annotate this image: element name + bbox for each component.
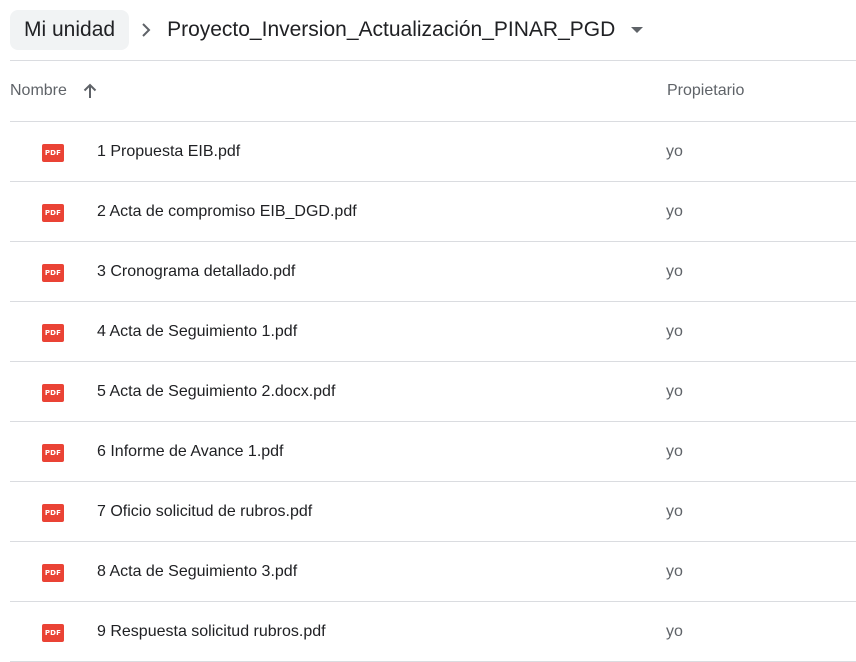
pdf-icon: PDF [42,324,64,342]
file-name[interactable]: 3 Cronograma detallado.pdf [97,242,295,301]
file-name[interactable]: 8 Acta de Seguimiento 3.pdf [97,542,297,601]
file-name[interactable]: 7 Oficio solicitud de rubros.pdf [97,482,312,541]
column-header-name[interactable]: Nombre [10,61,97,121]
file-owner: yo [666,202,683,220]
file-name[interactable]: 1 Propuesta EIB.pdf [97,122,240,181]
file-owner: yo [666,142,683,160]
file-row[interactable]: PDF 3 Cronograma detallado.pdf yo [10,242,856,302]
file-list: PDF 1 Propuesta EIB.pdf yo PDF 2 Acta de… [10,122,856,662]
pdf-icon: PDF [42,564,64,582]
file-row[interactable]: PDF 9 Respuesta solicitud rubros.pdf yo [10,602,856,662]
pdf-icon: PDF [42,264,64,282]
pdf-icon: PDF [42,144,64,162]
file-name[interactable]: 6 Informe de Avance 1.pdf [97,422,284,481]
file-row[interactable]: PDF 7 Oficio solicitud de rubros.pdf yo [10,482,856,542]
file-list-header: Nombre Propietario [10,61,856,122]
file-name[interactable]: 4 Acta de Seguimiento 1.pdf [97,302,297,361]
column-header-owner[interactable]: Propietario [667,61,744,121]
file-row[interactable]: PDF 6 Informe de Avance 1.pdf yo [10,422,856,482]
arrow-up-icon[interactable] [83,83,97,99]
file-row[interactable]: PDF 8 Acta de Seguimiento 3.pdf yo [10,542,856,602]
file-owner: yo [666,442,683,460]
breadcrumb-root-my-drive[interactable]: Mi unidad [10,10,130,50]
breadcrumb-current-label: Proyecto_Inversion_Actualización_PINAR_P… [167,18,616,41]
file-owner: yo [666,502,683,520]
file-owner: yo [666,382,683,400]
file-owner: yo [666,322,683,340]
file-name[interactable]: 2 Acta de compromiso EIB_DGD.pdf [97,182,357,241]
file-name[interactable]: 5 Acta de Seguimiento 2.docx.pdf [97,362,335,421]
file-name[interactable]: 9 Respuesta solicitud rubros.pdf [97,602,326,661]
pdf-icon: PDF [42,444,64,462]
breadcrumb: Mi unidad Proyecto_Inversion_Actualizaci… [10,10,644,50]
file-row[interactable]: PDF 1 Propuesta EIB.pdf yo [10,122,856,182]
pdf-icon: PDF [42,384,64,402]
pdf-icon: PDF [42,624,64,642]
file-owner: yo [666,262,683,280]
pdf-icon: PDF [42,204,64,222]
chevron-right-icon [129,10,163,50]
caret-down-icon[interactable] [631,26,644,34]
column-header-name-label: Nombre [10,82,67,99]
file-row[interactable]: PDF 4 Acta de Seguimiento 1.pdf yo [10,302,856,362]
file-owner: yo [666,622,683,640]
file-row[interactable]: PDF 2 Acta de compromiso EIB_DGD.pdf yo [10,182,856,242]
file-row[interactable]: PDF 5 Acta de Seguimiento 2.docx.pdf yo [10,362,856,422]
file-owner: yo [666,562,683,580]
pdf-icon: PDF [42,504,64,522]
breadcrumb-current-folder[interactable]: Proyecto_Inversion_Actualización_PINAR_P… [163,10,644,50]
